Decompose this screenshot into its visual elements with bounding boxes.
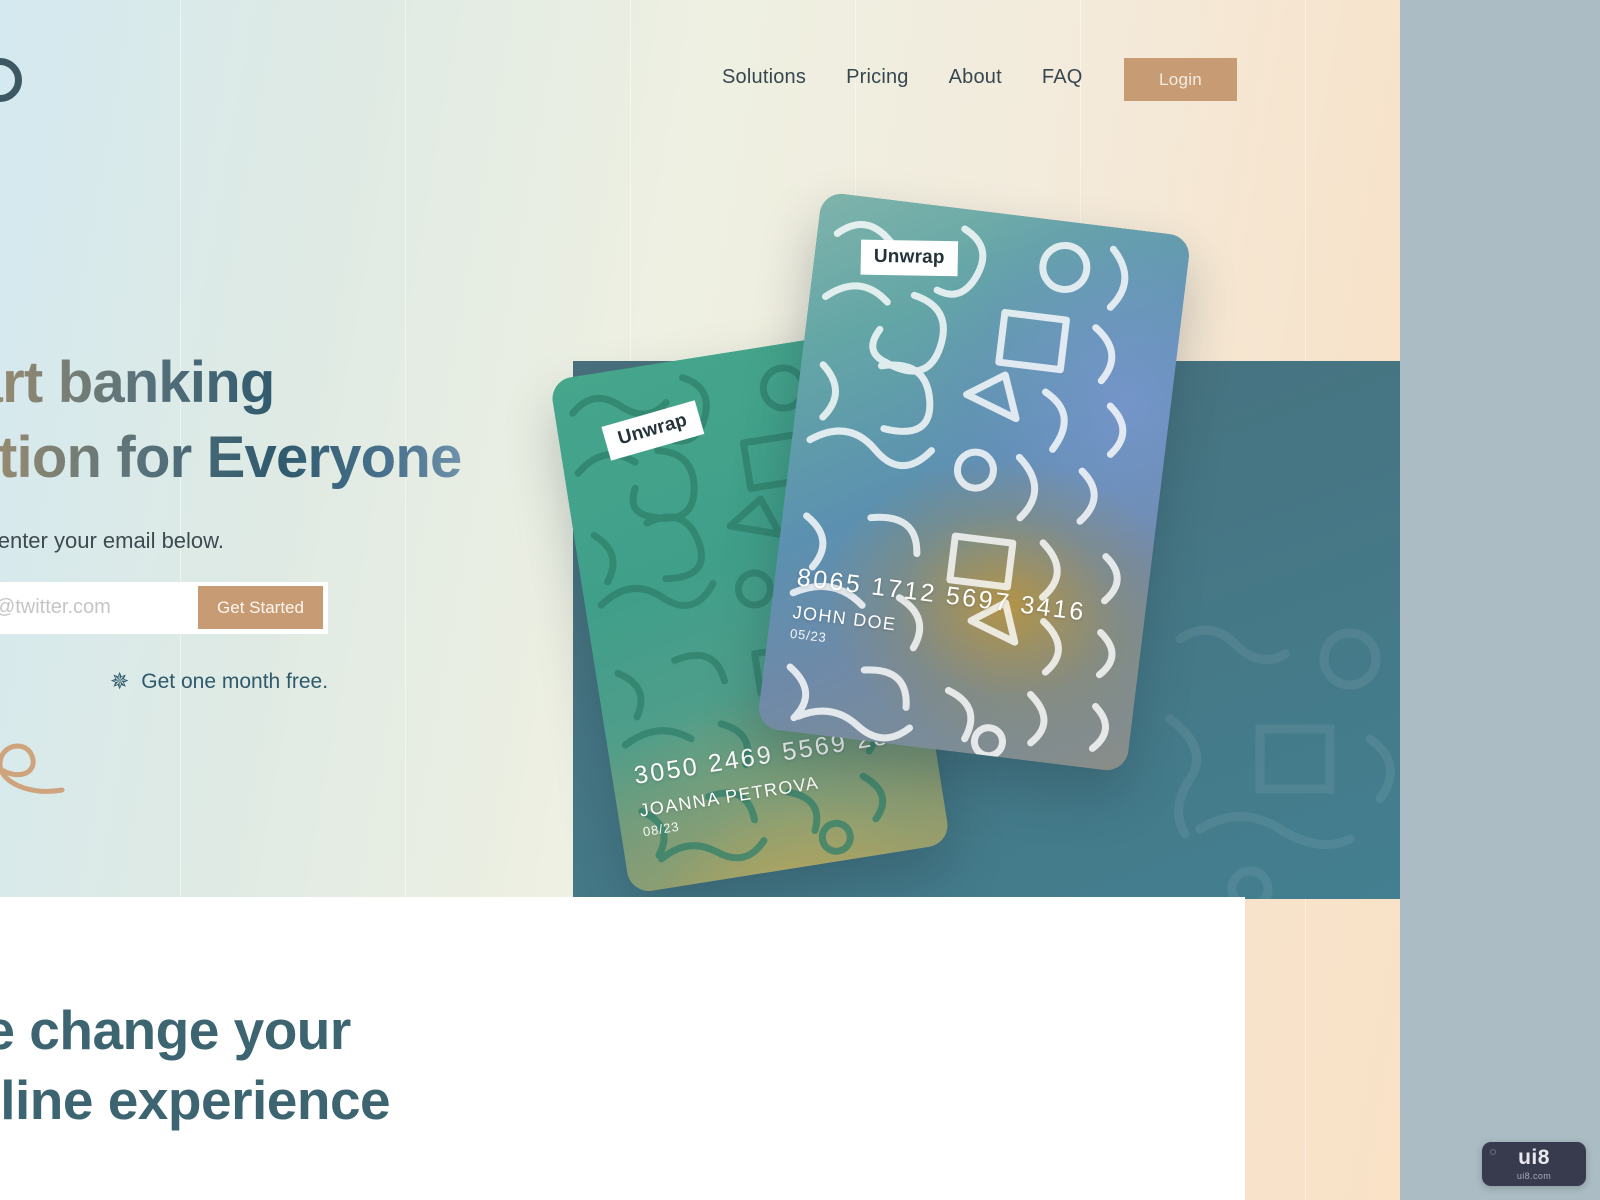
login-button[interactable]: Login [1124,58,1237,101]
headline-line-1: Smart banking [2,350,275,415]
doodle-watermark-icon [1165,625,1395,899]
sparkle-star-icon: ✵ [110,668,130,695]
get-started-button[interactable]: Get Started [198,586,323,630]
nav-link-faq[interactable]: FAQ [1042,66,1083,89]
curved-swirl-line-icon [0,743,65,794]
page-title: Smart banking solution for Everyone [0,345,542,496]
ui8-mark: ui8 [1518,1146,1550,1169]
card-doodle-pattern-icon [786,221,1129,760]
ui8-watermark-badge: ui8 ui8.com [1482,1142,1586,1186]
ui8-domain: ui8.com [1516,1171,1552,1181]
nav-link-about[interactable]: About [949,66,1002,89]
circle-logo-icon[interactable] [0,58,22,102]
landing-page: Unwrap 3050 2469 5569 2879 JOANNA PETROV… [0,0,1400,1200]
nav-link-pricing[interactable]: Pricing [846,66,909,89]
bottom-section-heading: We change your online experience [0,995,391,1136]
badge-dot-icon [1490,1149,1496,1155]
bottom-heading-line-2: online experience [0,1069,391,1132]
nav-links: Solutions Pricing About FAQ [722,66,1083,89]
top-navigation: Solutions Pricing About FAQ Login [0,0,1400,160]
promo-label: Get one month free. [141,669,329,693]
signup-form: Get Started [0,581,328,634]
credit-card-primary[interactable]: Unwrap 8065 1712 5697 3416 JOHN DOE 05/2… [756,191,1192,773]
headline-line-2: solution for Everyone [0,425,462,491]
bottom-heading-line-1: We change your [0,999,351,1061]
email-field[interactable] [0,582,196,633]
card-brand-tag: Unwrap [860,239,958,277]
promo-note: ✵ Get one month free. [110,670,542,694]
hero-subcopy: To register, enter your email below. [0,527,224,553]
nav-link-solutions[interactable]: Solutions [722,66,806,89]
bottom-white-panel: We change your online experience [0,897,1245,1200]
screenshot-stage: Unwrap 3050 2469 5569 2879 JOANNA PETROV… [0,0,1600,1200]
